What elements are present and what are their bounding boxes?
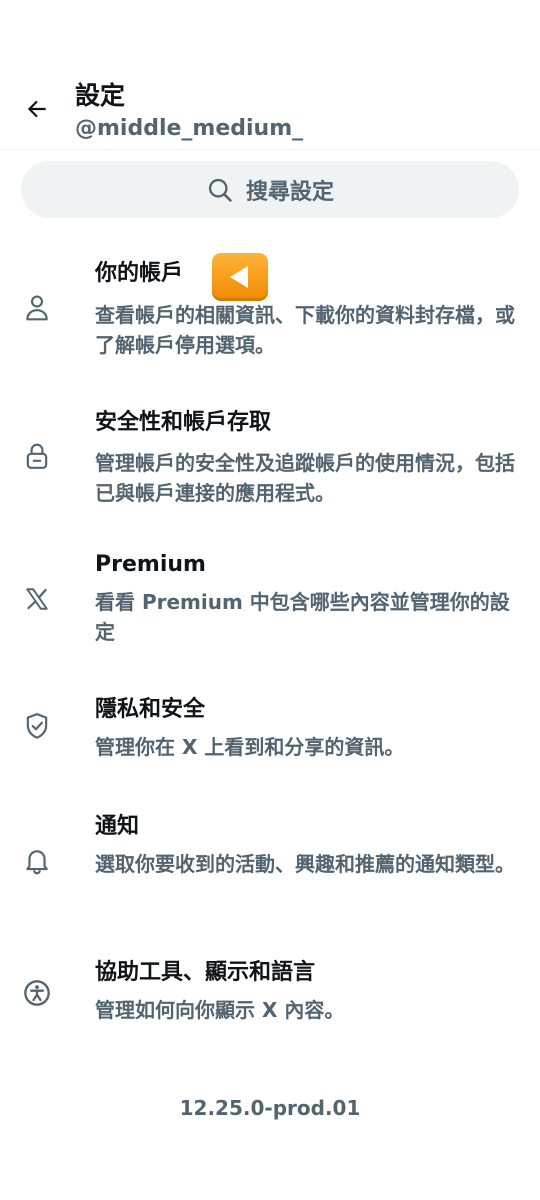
x-logo-icon (20, 582, 54, 616)
settings-item-description: 看看 Premium 中包含哪些內容並管理你的設定 (95, 590, 510, 644)
settings-item-accessibility[interactable]: 協助工具、顯示和語言 管理如何向你顯示 X 內容。 (0, 958, 540, 1038)
settings-item-description: 管理如何向你顯示 X 內容。 (95, 998, 345, 1022)
settings-item-notifications[interactable]: 通知 選取你要收到的活動、興趣和推薦的通知類型。 (0, 812, 540, 922)
settings-item-title: 通知 (95, 814, 140, 839)
lock-icon (20, 439, 54, 473)
settings-item-title: 隱私和安全 (95, 697, 206, 722)
arrow-left-icon (27, 100, 46, 118)
settings-item-title: Premium (95, 552, 206, 577)
page-title: 設定 (75, 81, 126, 110)
pointer-left-emoji-icon (212, 253, 268, 301)
app-version: 12.25.0-prod.01 (179, 1096, 361, 1120)
settings-item-title: 協助工具、顯示和語言 (95, 960, 316, 985)
shield-check-icon (20, 709, 54, 743)
settings-item-privacy[interactable]: 隱私和安全 管理你在 X 上看到和分享的資訊。 (0, 695, 540, 770)
search-icon (208, 178, 232, 202)
settings-item-description: 管理帳戶的安全性及追蹤帳戶的使用情況，包括已與帳戶連接的應用程式。 (95, 451, 515, 505)
settings-item-security[interactable]: 安全性和帳戶存取 管理帳戶的安全性及追蹤帳戶的使用情況，包括已與帳戶連接的應用程… (0, 405, 540, 515)
settings-item-description: 查看帳戶的相關資訊、下載你的資料封存檔，或了解帳戶停用選項。 (95, 303, 515, 357)
settings-item-premium[interactable]: Premium 看看 Premium 中包含哪些內容並管理你的設定 (0, 550, 540, 650)
settings-item-your-account[interactable]: 你的帳戶 查看帳戶的相關資訊、下載你的資料封存檔，或了解帳戶停用選項。 (0, 253, 540, 365)
bell-icon (20, 844, 54, 878)
top-app-bar: 設定 @middle_medium_ (0, 0, 540, 150)
settings-item-title: 安全性和帳戶存取 (95, 410, 272, 435)
back-button[interactable] (20, 92, 54, 126)
search-placeholder: 搜尋設定 (245, 179, 334, 205)
accessibility-icon (20, 976, 54, 1010)
settings-item-description: 選取你要收到的活動、興趣和推薦的通知類型。 (95, 852, 515, 876)
settings-item-title: 你的帳戶 (95, 261, 184, 286)
account-handle: @middle_medium_ (75, 116, 304, 141)
person-icon (20, 291, 54, 325)
search-settings-bar[interactable]: 搜尋設定 (21, 161, 519, 218)
settings-item-description: 管理你在 X 上看到和分享的資訊。 (95, 735, 405, 759)
